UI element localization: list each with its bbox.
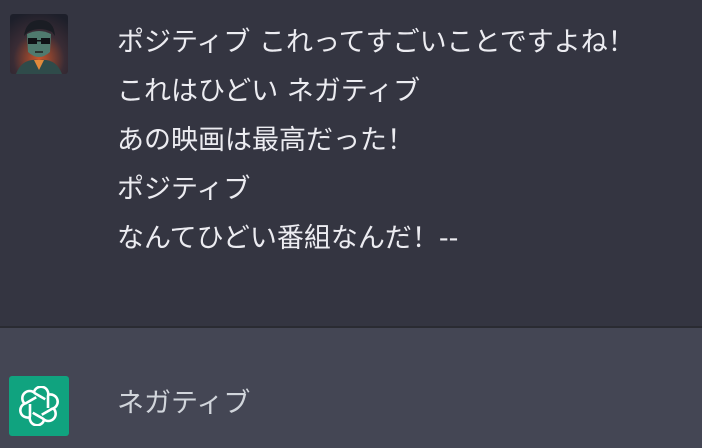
assistant-message: ネガティブ	[0, 328, 702, 448]
user-message-lines: ポジティブ これってすごいことですよね！ これはひどい ネガティブ あの映画は最…	[117, 18, 635, 263]
message-line: あの映画は最高だった！	[117, 125, 414, 156]
openai-logo-icon	[19, 386, 59, 426]
user-avatar-icon	[10, 14, 68, 74]
user-message: ポジティブ これってすごいことですよね！ これはひどい ネガティブ あの映画は最…	[0, 0, 702, 326]
message-line: ポジティブ	[117, 174, 251, 205]
assistant-avatar	[9, 376, 69, 436]
chat-thread: ポジティブ これってすごいことですよね！ これはひどい ネガティブ あの映画は最…	[0, 0, 702, 448]
user-portrait-icon	[10, 14, 68, 74]
assistant-reply-text: ネガティブ	[117, 388, 251, 419]
message-line: これはひどい ネガティブ	[117, 76, 421, 107]
message-line: なんてひどい番組なんだ！--	[117, 223, 459, 254]
message-line: ポジティブ これってすごいことですよね！	[117, 27, 635, 58]
